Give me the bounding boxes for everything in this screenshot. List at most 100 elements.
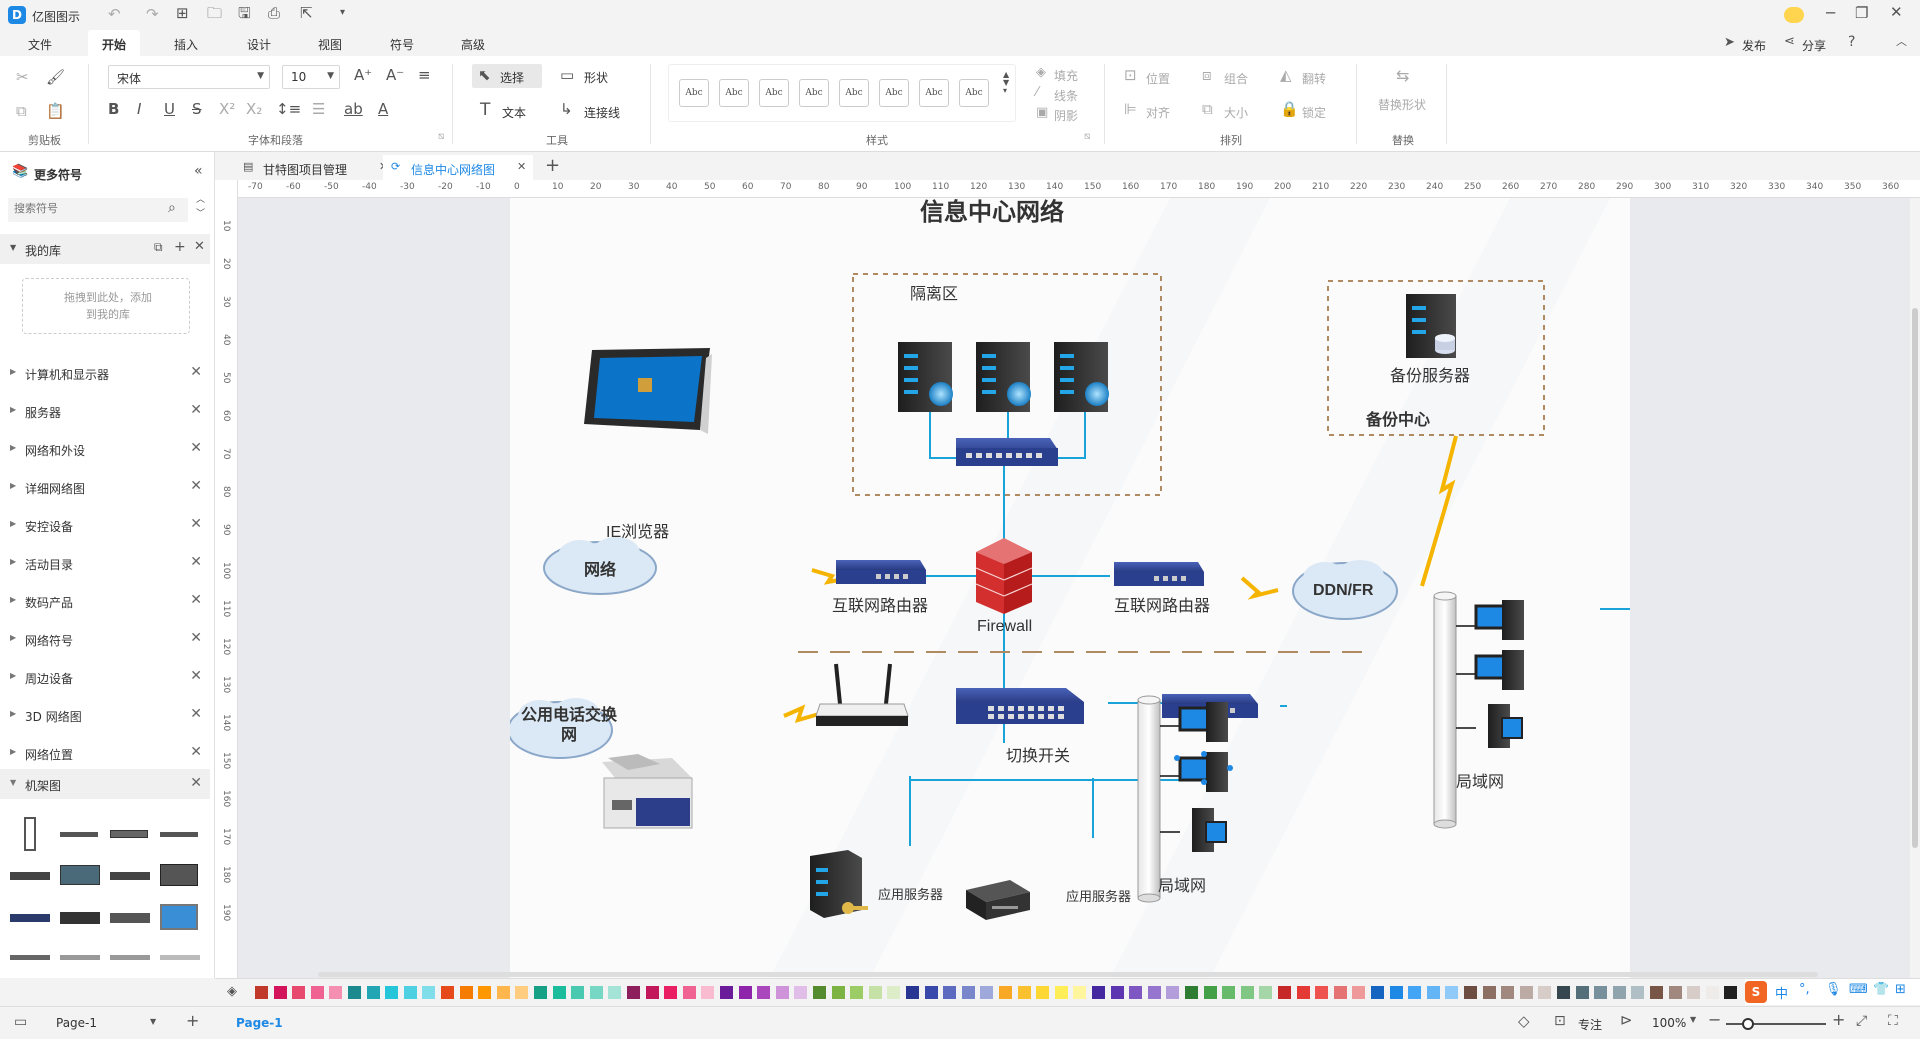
color-swatch[interactable] <box>1575 986 1589 999</box>
color-swatch[interactable] <box>348 986 361 999</box>
minimize-icon[interactable]: ─ <box>1826 6 1835 21</box>
dmz-server-icon[interactable] <box>898 342 953 412</box>
fill-label[interactable]: 填充 <box>1054 67 1078 84</box>
font-size-select[interactable]: 10 ▼ <box>282 65 340 89</box>
zoom-dropdown-icon[interactable]: ▼ <box>1690 1016 1696 1024</box>
underline-icon[interactable]: U <box>164 102 175 117</box>
lan-backbone-1-icon[interactable] <box>1137 695 1161 903</box>
color-swatch[interactable] <box>255 986 268 999</box>
dmz-switch-icon[interactable] <box>956 438 1058 466</box>
undo-icon[interactable]: ↶ <box>108 7 121 22</box>
print-icon[interactable]: ⎙ <box>268 6 280 21</box>
router-right-label[interactable]: 互联网路由器 <box>1114 592 1210 616</box>
shadow-label[interactable]: 阴影 <box>1054 107 1078 124</box>
color-swatch[interactable] <box>1501 986 1515 999</box>
color-swatch[interactable] <box>1594 986 1608 999</box>
menu-view[interactable]: 视图 <box>318 36 342 53</box>
router-right-icon[interactable] <box>1114 562 1204 586</box>
color-swatch[interactable] <box>961 986 975 999</box>
color-swatch[interactable] <box>1519 986 1533 999</box>
library-category[interactable]: ▶ 数码产品 ✕ <box>0 586 210 616</box>
save-icon[interactable]: 🖫 <box>238 6 251 21</box>
color-swatch[interactable] <box>1650 986 1663 999</box>
color-swatch[interactable] <box>868 986 882 999</box>
user-avatar[interactable] <box>1784 7 1804 23</box>
color-swatch[interactable] <box>478 986 492 999</box>
grow-font-icon[interactable]: A⁺ <box>354 68 372 83</box>
color-swatch[interactable] <box>999 986 1012 999</box>
color-swatch[interactable] <box>589 986 603 999</box>
color-swatch[interactable] <box>813 986 826 999</box>
core-switch-icon[interactable] <box>956 688 1084 724</box>
wireless-router-icon[interactable] <box>815 663 909 726</box>
style-preset[interactable]: Abc <box>679 79 709 107</box>
printer-icon[interactable] <box>602 754 693 829</box>
font-name-select[interactable]: 宋体 ▼ <box>108 65 270 89</box>
color-swatch[interactable] <box>385 986 399 999</box>
diagram-title[interactable]: 信息中心网络 <box>920 192 1064 227</box>
shadow-icon[interactable]: ▣ <box>1036 106 1048 119</box>
color-swatch[interactable] <box>980 986 994 999</box>
focus-mode-label[interactable]: 专注 <box>1578 1016 1602 1033</box>
my-library-header[interactable]: ▼ 我的库 ⧉ + ✕ <box>0 234 210 264</box>
color-swatch[interactable] <box>1482 986 1496 999</box>
isolation-zone-label[interactable]: 隔离区 <box>910 280 958 304</box>
close-icon[interactable]: ✕ <box>190 516 202 532</box>
lock-label[interactable]: 锁定 <box>1302 104 1326 121</box>
align-objects-icon[interactable]: ⊫ <box>1124 102 1137 117</box>
backup-center-label[interactable]: 备份中心 <box>1366 406 1430 430</box>
restore-icon[interactable]: ❐ <box>1855 6 1868 21</box>
pstn-cloud-label[interactable]: 公用电话交换网 <box>514 706 624 746</box>
page-select[interactable]: Page-1 ▼ <box>50 1013 160 1033</box>
style-preset[interactable]: Abc <box>839 79 869 107</box>
library-category[interactable]: ▶ 网络位置 ✕ <box>0 738 210 768</box>
punctuation-icon[interactable]: °, <box>1799 983 1810 996</box>
doc-tab[interactable]: ▤ 甘特图项目管理 ✕ <box>235 155 395 180</box>
rack-shape-1u[interactable] <box>10 955 50 960</box>
subscript-icon[interactable]: X₂ <box>246 102 262 117</box>
rack-shape-ups[interactable] <box>110 913 150 923</box>
zoom-slider[interactable] <box>1726 1018 1826 1030</box>
color-swatch[interactable] <box>459 986 473 999</box>
close-icon[interactable]: ✕ <box>190 554 202 570</box>
lock-icon[interactable]: 🔒 <box>1280 102 1299 117</box>
firewall-icon[interactable] <box>975 538 1033 614</box>
rack-shape-1u[interactable] <box>110 955 150 960</box>
flip-icon[interactable]: ◭ <box>1280 68 1292 83</box>
search-icon[interactable]: ⌕ <box>168 201 176 215</box>
dmz-server-icon[interactable] <box>1054 342 1109 412</box>
close-icon[interactable]: ✕ <box>190 364 202 380</box>
symbol-search-box[interactable]: ⌕ <box>8 198 188 222</box>
zoom-in-icon[interactable]: + <box>1832 1012 1845 1028</box>
symbol-search-input[interactable] <box>14 202 154 215</box>
color-swatch[interactable] <box>850 986 864 999</box>
color-swatch[interactable] <box>1296 986 1310 999</box>
firewall-label[interactable]: Firewall <box>977 618 1032 636</box>
fit-page-icon[interactable]: ⤢ <box>1856 1014 1867 1028</box>
font-color-icon[interactable]: A <box>378 102 388 117</box>
rack-shape-1u[interactable] <box>160 832 198 837</box>
copy-icon[interactable]: ⧉ <box>16 104 27 119</box>
menu-advanced[interactable]: 高级 <box>461 36 485 53</box>
internet-cloud-label[interactable]: 网络 <box>584 556 616 580</box>
zoom-slider-handle[interactable] <box>1742 1018 1754 1030</box>
color-swatch[interactable] <box>1408 986 1422 999</box>
close-icon[interactable]: ✕ <box>190 440 202 456</box>
line-spacing-icon[interactable]: ↕≡ <box>276 102 301 117</box>
bold-icon[interactable]: B <box>108 102 119 117</box>
color-swatch[interactable] <box>794 986 808 999</box>
close-icon[interactable]: ✕ <box>190 630 202 646</box>
close-icon[interactable]: ✕ <box>194 240 205 253</box>
color-swatch[interactable] <box>1110 986 1124 999</box>
import-icon[interactable]: ⧉ <box>154 241 163 253</box>
color-swatch[interactable] <box>1017 986 1031 999</box>
focus-mode-icon[interactable]: ⊡ <box>1554 1014 1566 1028</box>
menu-design[interactable]: 设计 <box>247 36 271 53</box>
lan-backbone-2-icon[interactable] <box>1433 591 1457 829</box>
color-swatch[interactable] <box>552 986 566 999</box>
vertical-scrollbar[interactable] <box>1910 198 1920 978</box>
color-swatch[interactable] <box>701 986 715 999</box>
library-category[interactable]: ▶ 网络符号 ✕ <box>0 624 210 654</box>
color-swatch[interactable] <box>608 986 622 999</box>
shape-tool-label[interactable]: 形状 <box>584 69 608 86</box>
